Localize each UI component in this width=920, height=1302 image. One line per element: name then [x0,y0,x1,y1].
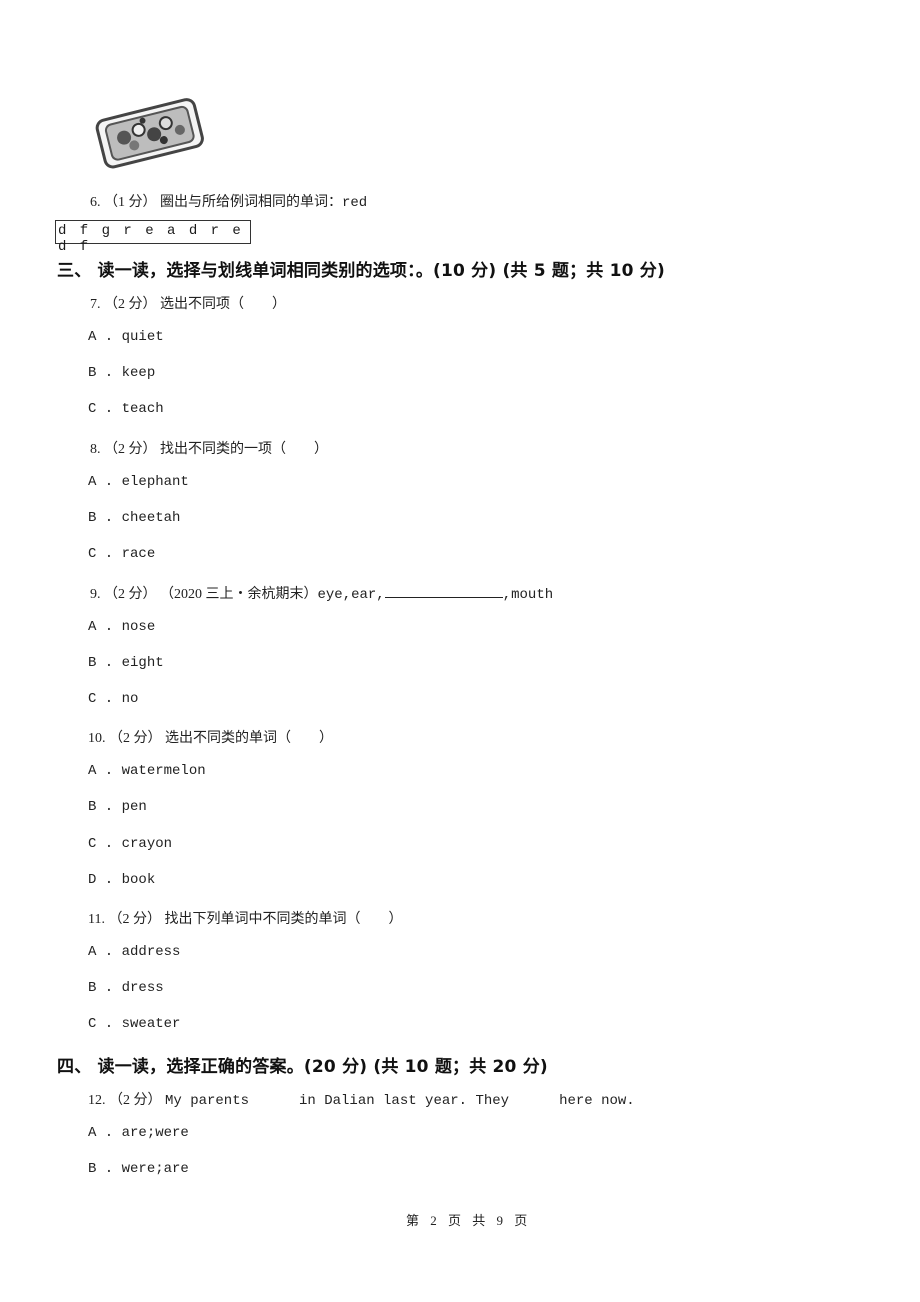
option-a[interactable]: A . are;were [88,1125,189,1141]
question-prompt: 选出不同项（ ） [160,297,286,312]
question-score: （2 分） [104,297,157,312]
question-score: （2 分） [108,912,161,927]
question-prompt: 选出不同类的单词（ ） [165,731,333,746]
letter-grid-box[interactable]: d f g r e a d r e d f [55,220,251,255]
option-a[interactable]: A . quiet [88,329,164,345]
question-number: 6. [90,195,101,210]
answer-blank[interactable] [384,585,503,598]
question-prompt: 找出不同类的一项（ ） [160,442,328,457]
question-prompt: 找出下列单词中不同类的单词（ ） [164,912,403,927]
question-score: （2 分） [104,587,157,602]
option-b[interactable]: B . keep [88,365,155,381]
page-number-footer: 第 2 页 共 9 页 [406,1213,532,1228]
question-number: 12. [88,1093,106,1108]
question-10: 10. （2 分） 选出不同类的单词（ ） [88,727,333,747]
option-c[interactable]: C . no [88,691,138,707]
question-11: 11. （2 分） 找出下列单词中不同类的单词（ ） [88,908,402,928]
question-12: 12. （2 分） My parents in Dalian last year.… [88,1089,635,1109]
prompt-text: here now. [559,1093,635,1109]
option-b[interactable]: B . pen [88,799,147,815]
option-c[interactable]: C . sweater [88,1016,180,1032]
example-word: red [342,195,368,211]
question-number: 7. [90,297,101,312]
prompt-text: ,mouth [502,587,554,603]
option-c[interactable]: C . crayon [88,836,172,852]
prompt-text: eye,ear, [317,587,385,603]
question-score: （1 分） [104,195,157,210]
prompt-text: in Dalian last year. They [299,1093,510,1109]
option-a[interactable]: A . address [88,944,180,960]
option-a[interactable]: A . elephant [88,474,189,490]
option-b[interactable]: B . eight [88,655,164,671]
option-c[interactable]: C . race [88,546,155,562]
question-prompt: 圈出与所给例词相同的单词： [160,195,342,210]
question-source: （2020 三上・余杭期末） [160,587,318,602]
prompt-text: My parents [165,1093,250,1109]
section-3-heading: 三、 读一读，选择与划线单词相同类别的选项：。(10 分) (共 5 题；共 1… [57,261,665,281]
option-d[interactable]: D . book [88,872,155,888]
option-b[interactable]: B . dress [88,980,164,996]
question-6: 6. （1 分） 圈出与所给例词相同的单词：red [90,191,367,211]
option-b[interactable]: B . cheetah [88,510,180,526]
question-8: 8. （2 分） 找出不同类的一项（ ） [90,438,328,458]
section-4-heading: 四、 读一读，选择正确的答案。(20 分) (共 10 题；共 20 分) [57,1057,548,1077]
option-c[interactable]: C . teach [88,401,164,417]
question-score: （2 分） [109,731,162,746]
letter-sequence: d f g r e a d r e d f [58,223,244,255]
question-score: （2 分） [104,442,157,457]
question-7: 7. （2 分） 选出不同项（ ） [90,293,286,313]
question-number: 9. [90,587,101,602]
question-score: （2 分） [109,1093,162,1108]
question-number: 11. [88,912,105,927]
question-number: 10. [88,731,106,746]
option-b[interactable]: B . were;are [88,1161,189,1177]
question-number: 8. [90,442,101,457]
food-plate-image [95,98,204,169]
option-a[interactable]: A . nose [88,619,155,635]
option-a[interactable]: A . watermelon [88,763,206,779]
question-9: 9. （2 分） （2020 三上・余杭期末）eye,ear, ,mouth [90,583,553,603]
exam-page: 6. （1 分） 圈出与所给例词相同的单词：red d f g r e a d … [0,0,920,1302]
